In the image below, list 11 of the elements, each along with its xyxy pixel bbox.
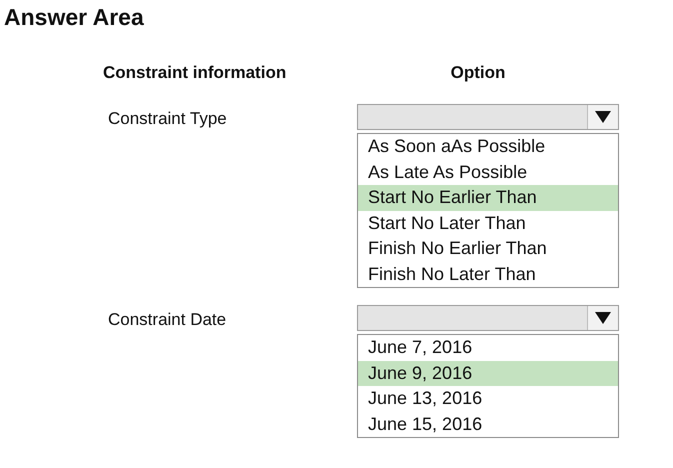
option-item[interactable]: June 9, 2016 — [358, 360, 618, 386]
answer-area-title: Answer Area — [4, 4, 144, 31]
dropdown-field[interactable] — [357, 305, 619, 331]
option-item[interactable]: Start No Earlier Than — [358, 185, 618, 210]
caret-icon — [595, 312, 611, 324]
column-header: Constraint information — [103, 63, 286, 83]
column-header: Option — [450, 63, 506, 83]
row-label: Constraint Type — [108, 109, 227, 129]
caret-icon — [595, 111, 611, 123]
row-label: Constraint Date — [108, 310, 226, 330]
dropdown-field[interactable] — [357, 104, 619, 130]
